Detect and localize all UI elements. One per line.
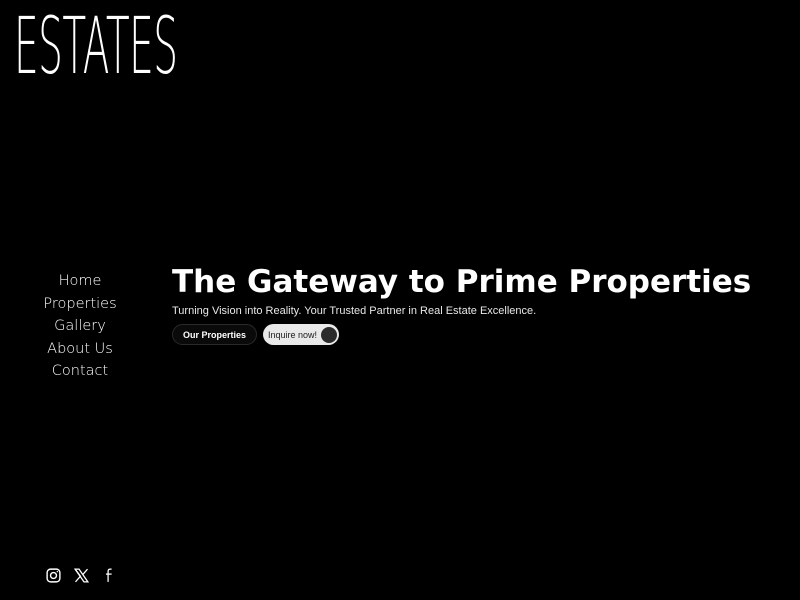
hero-subtitle: Turning Vision into Reality. Your Truste… bbox=[172, 305, 537, 317]
nav-item-home[interactable]: Home bbox=[59, 270, 102, 293]
nav-item-about-us[interactable]: About Us bbox=[47, 338, 113, 361]
facebook-icon[interactable] bbox=[100, 566, 118, 584]
hero-section: The Gateway to Prime Properties Turning … bbox=[172, 262, 772, 345]
page: ESTATES Home Properties Gallery About Us… bbox=[0, 0, 800, 600]
social-links bbox=[44, 566, 118, 584]
x-icon[interactable] bbox=[72, 566, 90, 584]
nav-item-properties[interactable]: Properties bbox=[43, 293, 116, 316]
hero-button-row: Our Properties Inquire now! bbox=[172, 324, 772, 345]
nav-item-gallery[interactable]: Gallery bbox=[54, 315, 106, 338]
our-properties-button-label: Our Properties bbox=[183, 329, 247, 340]
brand-logo[interactable]: ESTATES bbox=[14, 8, 178, 86]
hero-title: The Gateway to Prime Properties bbox=[172, 264, 752, 300]
instagram-icon[interactable] bbox=[44, 566, 62, 584]
toggle-knob-icon bbox=[321, 326, 338, 343]
nav-item-contact[interactable]: Contact bbox=[52, 360, 108, 383]
inquire-now-button[interactable]: Inquire now! bbox=[263, 324, 340, 345]
main-nav: Home Properties Gallery About Us Contact bbox=[30, 270, 130, 383]
inquire-now-button-label: Inquire now! bbox=[268, 329, 318, 340]
our-properties-button[interactable]: Our Properties bbox=[172, 324, 258, 345]
